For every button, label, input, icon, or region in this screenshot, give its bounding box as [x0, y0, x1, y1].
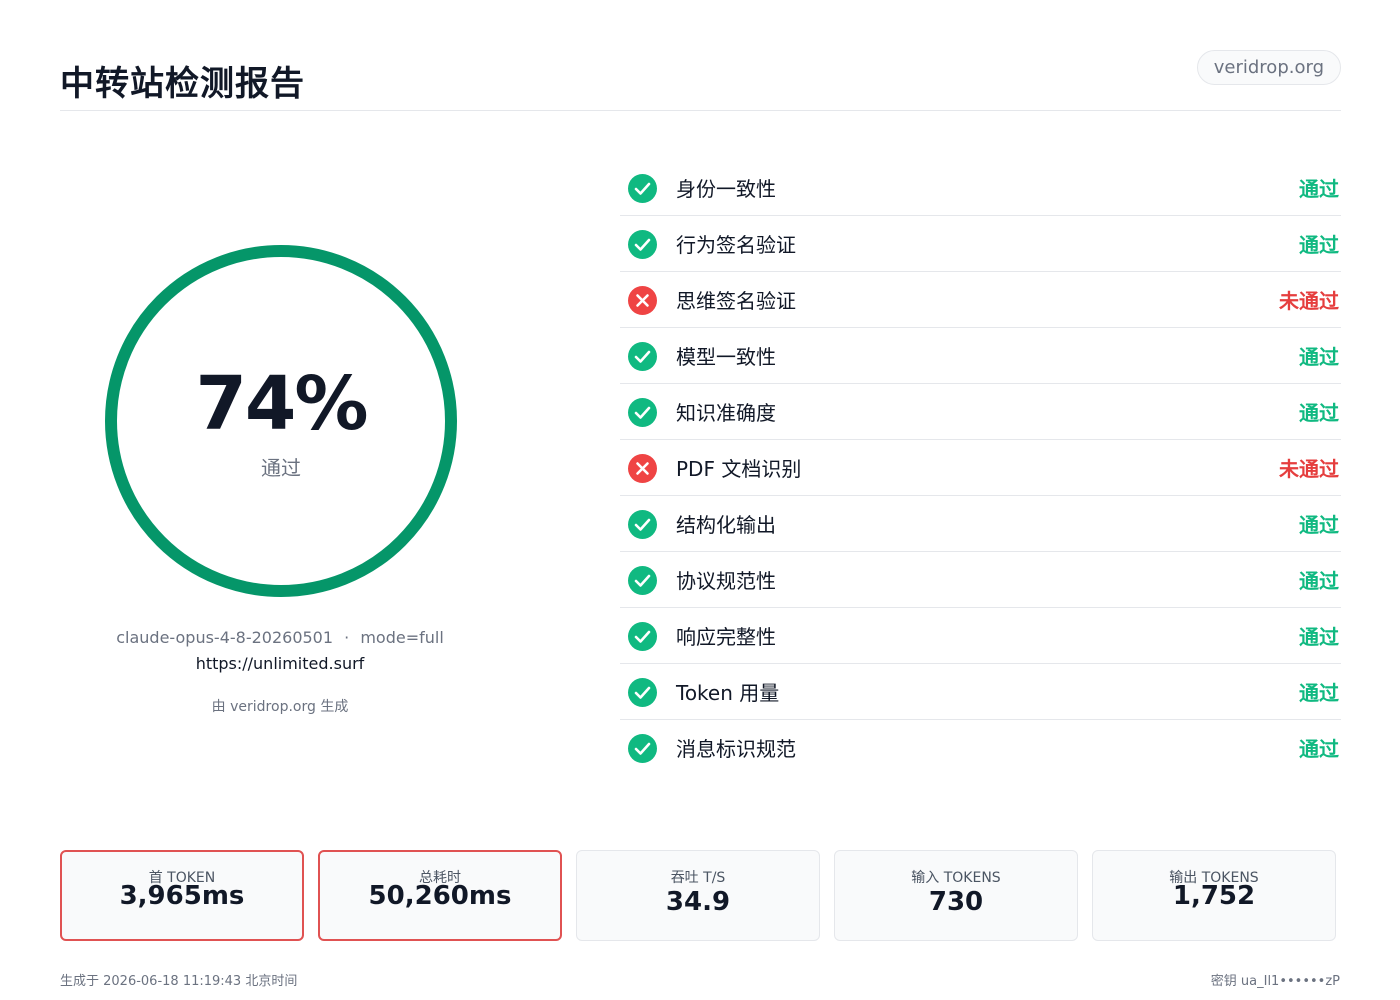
check-name: 协议规范性 — [676, 569, 776, 593]
page-title: 中转站检测报告 — [60, 64, 305, 104]
check-row: 模型一致性 通过 — [620, 328, 1341, 384]
check-name: Token 用量 — [676, 681, 780, 705]
generated-by: 由 veridrop.org 生成 — [211, 699, 349, 715]
check-icon — [628, 622, 657, 651]
stat-value: 1,752 — [1172, 881, 1256, 911]
check-icon — [628, 678, 657, 707]
check-status: 通过 — [1299, 625, 1339, 649]
check-status: 通过 — [1299, 401, 1339, 425]
report-meta: claude-opus-4-8-20260501 · mode=full htt… — [80, 628, 480, 716]
score-gauge: 74% 通过 — [104, 244, 458, 598]
score-label: 通过 — [261, 456, 301, 480]
stat-label: 输入 TOKENS — [911, 870, 1001, 886]
stat-card: 输入 TOKENS 730 — [834, 850, 1078, 941]
report-header: 中转站检测报告 veridrop.org — [60, 50, 1341, 111]
check-status: 通过 — [1299, 345, 1339, 369]
x-icon — [628, 286, 657, 315]
check-name: 结构化输出 — [676, 513, 776, 537]
stat-card: 首 TOKEN 3,965ms — [60, 850, 304, 941]
x-icon — [628, 454, 657, 483]
model-name: claude-opus-4-8-20260501 — [116, 628, 334, 647]
generated-at: 生成于 2026-06-18 11:19:43 北京时间 — [60, 974, 298, 989]
stat-value: 34.9 — [665, 887, 731, 917]
check-row: PDF 文档识别 未通过 — [620, 440, 1341, 496]
check-status: 通过 — [1299, 513, 1339, 537]
check-icon — [628, 398, 657, 427]
check-row: 思维签名验证 未通过 — [620, 272, 1341, 328]
target-url[interactable]: https://unlimited.surf — [80, 654, 480, 674]
stat-value: 3,965ms — [119, 881, 245, 911]
check-row: 身份一致性 通过 — [620, 160, 1341, 216]
check-status: 通过 — [1299, 177, 1339, 201]
check-icon — [628, 174, 657, 203]
meta-separator: · — [344, 628, 350, 647]
score-value: 74% — [195, 361, 368, 447]
check-icon — [628, 566, 657, 595]
check-row: 消息标识规范 通过 — [620, 720, 1341, 776]
check-name: PDF 文档识别 — [676, 457, 802, 481]
stat-label: 吞吐 T/S — [670, 870, 726, 886]
stat-card: 吞吐 T/S 34.9 — [576, 850, 820, 941]
stat-card: 输出 TOKENS 1,752 — [1092, 850, 1336, 941]
check-row: 知识准确度 通过 — [620, 384, 1341, 440]
stat-value: 730 — [928, 887, 984, 917]
check-name: 响应完整性 — [676, 625, 776, 649]
check-icon — [628, 734, 657, 763]
domain-badge[interactable]: veridrop.org — [1196, 50, 1341, 85]
check-status: 通过 — [1299, 681, 1339, 705]
check-name: 模型一致性 — [676, 345, 776, 369]
stat-value: 50,260ms — [368, 881, 512, 911]
check-name: 身份一致性 — [676, 177, 776, 201]
check-row: 行为签名验证 通过 — [620, 216, 1341, 272]
check-row: 结构化输出 通过 — [620, 496, 1341, 552]
check-name: 行为签名验证 — [676, 233, 796, 257]
check-status: 通过 — [1299, 737, 1339, 761]
check-icon — [628, 342, 657, 371]
mode-label: mode=full — [360, 628, 444, 647]
check-row: 响应完整性 通过 — [620, 608, 1341, 664]
check-icon — [628, 510, 657, 539]
check-name: 消息标识规范 — [676, 737, 796, 761]
check-status: 未通过 — [1279, 457, 1339, 481]
check-name: 思维签名验证 — [676, 289, 796, 313]
check-row: 协议规范性 通过 — [620, 552, 1341, 608]
stat-card: 总耗时 50,260ms — [318, 850, 562, 941]
check-status: 通过 — [1299, 233, 1339, 257]
check-status: 通过 — [1299, 569, 1339, 593]
check-list: 身份一致性 通过 行为签名验证 通过 思维签名验证 未通过 模型一致性 通过 知识准确度 通过 PD… — [620, 160, 1341, 776]
check-name: 知识准确度 — [676, 401, 776, 425]
check-status: 未通过 — [1279, 289, 1339, 313]
model-mode-line: claude-opus-4-8-20260501 · mode=full — [80, 628, 480, 648]
stats-row: 首 TOKEN 3,965ms 总耗时 50,260ms 吞吐 T/S 34.9 输入 TO… — [60, 850, 1341, 941]
check-row: Token 用量 通过 — [620, 664, 1341, 720]
check-icon — [628, 230, 657, 259]
api-key: 密钥 ua_Il1••••••zP — [1210, 974, 1340, 989]
